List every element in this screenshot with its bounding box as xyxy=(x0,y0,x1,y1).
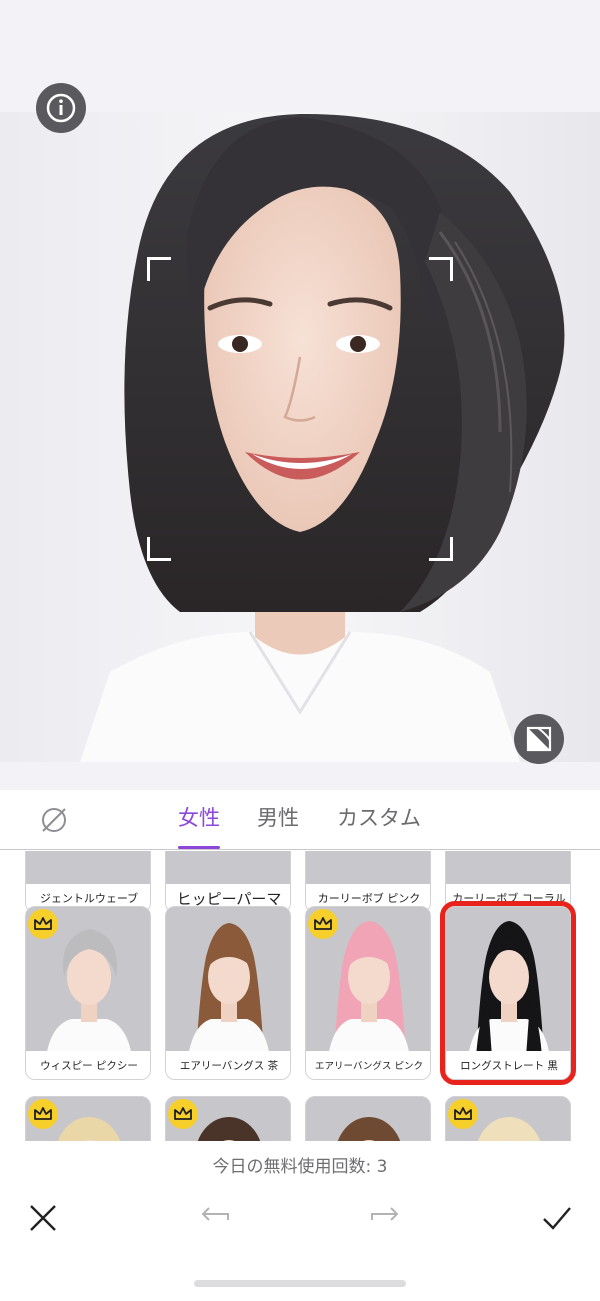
style-panel: 女性 男性 カスタム ジェントルウェーブ ヒッピーパーマ カーリーボブ ピンク … xyxy=(0,790,600,1301)
no-style-icon[interactable] xyxy=(38,804,70,836)
style-card[interactable] xyxy=(25,1096,151,1141)
redo-button[interactable] xyxy=(365,1198,405,1238)
compare-icon xyxy=(526,726,552,752)
active-tab-indicator xyxy=(178,846,220,849)
face-frame-corner-bottom-right xyxy=(429,537,453,561)
tab-men[interactable]: 男性 xyxy=(257,802,299,832)
info-button[interactable] xyxy=(36,83,86,133)
redo-arrow-icon xyxy=(371,1207,399,1221)
free-usage-count: 今日の無料使用回数: 3 xyxy=(212,1157,388,1177)
style-card[interactable] xyxy=(305,1096,431,1141)
category-tabs: 女性 男性 カスタム xyxy=(0,790,600,850)
premium-crown-icon xyxy=(28,1099,58,1129)
hairstyle-grid[interactable]: ジェントルウェーブ ヒッピーパーマ カーリーボブ ピンク カーリーボブ コーラル xyxy=(0,851,600,1141)
cancel-button[interactable] xyxy=(23,1198,63,1238)
face-frame-corner-top-left xyxy=(147,257,171,281)
tab-custom[interactable]: カスタム xyxy=(337,802,421,832)
style-card[interactable]: カーリーボブ コーラル xyxy=(445,851,571,913)
premium-crown-icon xyxy=(448,1099,478,1129)
undo-button[interactable] xyxy=(195,1198,235,1238)
photo-preview xyxy=(0,0,600,790)
style-thumbnail xyxy=(446,907,570,1057)
style-card[interactable]: ウィスピー ピクシー xyxy=(25,906,151,1080)
premium-crown-icon xyxy=(28,909,58,939)
compare-button[interactable] xyxy=(514,714,564,764)
style-label: ウィスピー ピクシー xyxy=(26,1051,150,1079)
tab-women[interactable]: 女性 xyxy=(178,802,220,832)
bottom-toolbar xyxy=(0,1190,600,1250)
premium-crown-icon xyxy=(308,909,338,939)
style-card-selected[interactable]: ロングストレート 黒 xyxy=(440,901,576,1085)
checkmark-icon xyxy=(543,1207,571,1230)
style-thumbnail xyxy=(306,1097,430,1141)
confirm-button[interactable] xyxy=(537,1198,577,1238)
portrait-photo xyxy=(0,112,600,762)
style-card[interactable]: エアリーバングス ピンク xyxy=(305,906,431,1080)
style-card[interactable]: ジェントルウェーブ xyxy=(25,851,151,913)
undo-arrow-icon xyxy=(201,1207,229,1221)
style-card[interactable] xyxy=(165,1096,291,1141)
style-card[interactable]: ヒッピーパーマ xyxy=(165,851,291,913)
info-icon xyxy=(46,93,76,123)
style-card[interactable]: エアリーバングス 茶 xyxy=(165,906,291,1080)
style-card[interactable] xyxy=(445,1096,571,1141)
style-card[interactable]: カーリーボブ ピンク xyxy=(305,851,431,913)
style-thumbnail xyxy=(166,907,290,1057)
premium-crown-icon xyxy=(168,1099,198,1129)
close-icon xyxy=(30,1205,56,1231)
face-frame-corner-bottom-left xyxy=(147,537,171,561)
style-label: ロングストレート 黒 xyxy=(446,1051,570,1079)
style-label: エアリーバングス 茶 xyxy=(166,1051,290,1079)
style-label: エアリーバングス ピンク xyxy=(306,1051,430,1079)
face-frame-corner-top-right xyxy=(429,257,453,281)
home-indicator xyxy=(194,1280,406,1287)
